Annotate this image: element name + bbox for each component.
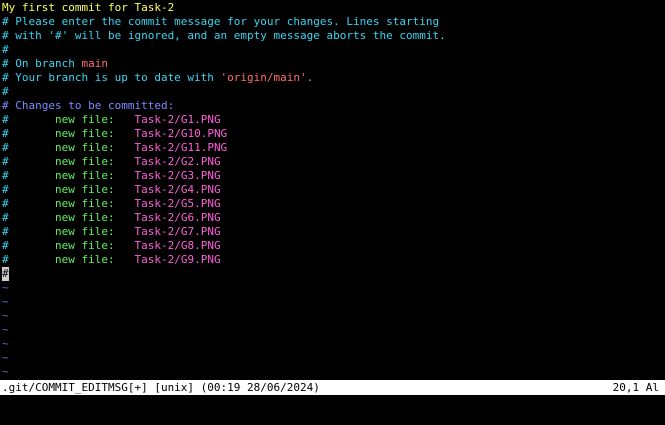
comment-hash: #: [2, 169, 9, 182]
empty-buffer-lines: ~ ~ ~ ~ ~ ~ ~: [0, 281, 665, 379]
comment-hash: #: [2, 141, 9, 154]
staged-file-path: Task-2/G7.PNG: [134, 225, 221, 238]
new-file-label: new file:: [54, 211, 115, 224]
new-file-label: new file:: [54, 183, 115, 196]
staged-file-line: # new file: Task-2/G11.PNG: [0, 141, 665, 155]
staged-file-line: # new file: Task-2/G4.PNG: [0, 183, 665, 197]
new-file-label: new file:: [54, 141, 115, 154]
staged-file-line: # new file: Task-2/G5.PNG: [0, 197, 665, 211]
comment-hash: #: [2, 197, 9, 210]
staged-file-path: Task-2/G4.PNG: [134, 183, 221, 196]
empty-line-tilde: ~: [2, 365, 9, 378]
comment-hash: #: [2, 183, 9, 196]
comment-line-instructions-1: # Please enter the commit message for yo…: [2, 15, 440, 28]
new-file-label: new file:: [54, 253, 115, 266]
new-file-label: new file:: [54, 127, 115, 140]
staged-file-line: # new file: Task-2/G2.PNG: [0, 155, 665, 169]
up-to-date-prefix: # Your branch is up to date with: [2, 71, 221, 84]
status-file-info: .git/COMMIT_EDITMSG[+] [unix] (00:19 28/…: [2, 381, 320, 394]
on-branch-prefix: # On branch: [2, 57, 82, 70]
staged-file-path: Task-2/G3.PNG: [134, 169, 221, 182]
staged-file-line: # new file: Task-2/G10.PNG: [0, 127, 665, 141]
new-file-label: new file:: [54, 225, 115, 238]
staged-file-line: # new file: Task-2/G6.PNG: [0, 211, 665, 225]
staged-file-line: # new file: Task-2/G7.PNG: [0, 225, 665, 239]
remote-branch-name: 'origin/main': [220, 71, 307, 84]
staged-file-path: Task-2/G9.PNG: [134, 253, 221, 266]
staged-files-list: # new file: Task-2/G1.PNG # new file: Tas…: [0, 113, 665, 267]
staged-file-path: Task-2/G2.PNG: [134, 155, 221, 168]
up-to-date-suffix: .: [306, 71, 314, 84]
comment-hash: #: [2, 225, 9, 238]
comment-hash: #: [2, 155, 9, 168]
staged-file-path: Task-2/G8.PNG: [134, 239, 221, 252]
staged-file-path: Task-2/G10.PNG: [134, 127, 228, 140]
comment-line-empty: #: [2, 85, 9, 98]
staged-file-line: # new file: Task-2/G9.PNG: [0, 253, 665, 267]
staged-file-line: # new file: Task-2/G1.PNG: [0, 113, 665, 127]
comment-line-on-branch: # On branch main: [0, 57, 665, 71]
new-file-label: new file:: [54, 155, 115, 168]
vim-status-bar: .git/COMMIT_EDITMSG[+] [unix] (00:19 28/…: [0, 380, 665, 395]
empty-line-tilde: ~: [2, 309, 9, 322]
status-cursor-position: 20,1 Al: [612, 381, 659, 394]
staged-file-path: Task-2/G5.PNG: [134, 197, 221, 210]
new-file-label: new file:: [54, 169, 115, 182]
changes-to-be-committed-header: # Changes to be committed:: [2, 99, 175, 112]
comment-hash: #: [2, 113, 9, 126]
new-file-label: new file:: [54, 239, 115, 252]
comment-hash: #: [2, 253, 9, 266]
commit-message-line[interactable]: My first commit for Task-2: [0, 1, 665, 15]
staged-file-path: Task-2/G11.PNG: [134, 141, 228, 154]
vim-editor-buffer[interactable]: My first commit for Task-2 # Please ente…: [0, 1, 665, 379]
new-file-label: new file:: [54, 197, 115, 210]
empty-line-tilde: ~: [2, 351, 9, 364]
empty-line-tilde: ~: [2, 337, 9, 350]
empty-line-tilde: ~: [2, 281, 9, 294]
comment-hash: #: [2, 127, 9, 140]
new-file-label: new file:: [54, 113, 115, 126]
staged-file-path: Task-2/G1.PNG: [134, 113, 221, 126]
branch-name: main: [81, 57, 108, 70]
comment-line-empty: #: [2, 43, 9, 56]
cursor-line[interactable]: #: [0, 267, 665, 281]
staged-file-path: Task-2/G6.PNG: [134, 211, 221, 224]
comment-line-up-to-date: # Your branch is up to date with 'origin…: [0, 71, 665, 85]
comment-hash: #: [2, 211, 9, 224]
staged-file-line: # new file: Task-2/G3.PNG: [0, 169, 665, 183]
staged-file-line: # new file: Task-2/G8.PNG: [0, 239, 665, 253]
text-cursor: #: [2, 267, 9, 281]
comment-hash: #: [2, 239, 9, 252]
empty-line-tilde: ~: [2, 323, 9, 336]
empty-line-tilde: ~: [2, 295, 9, 308]
comment-line-instructions-2: # with '#' will be ignored, and an empty…: [2, 29, 446, 42]
